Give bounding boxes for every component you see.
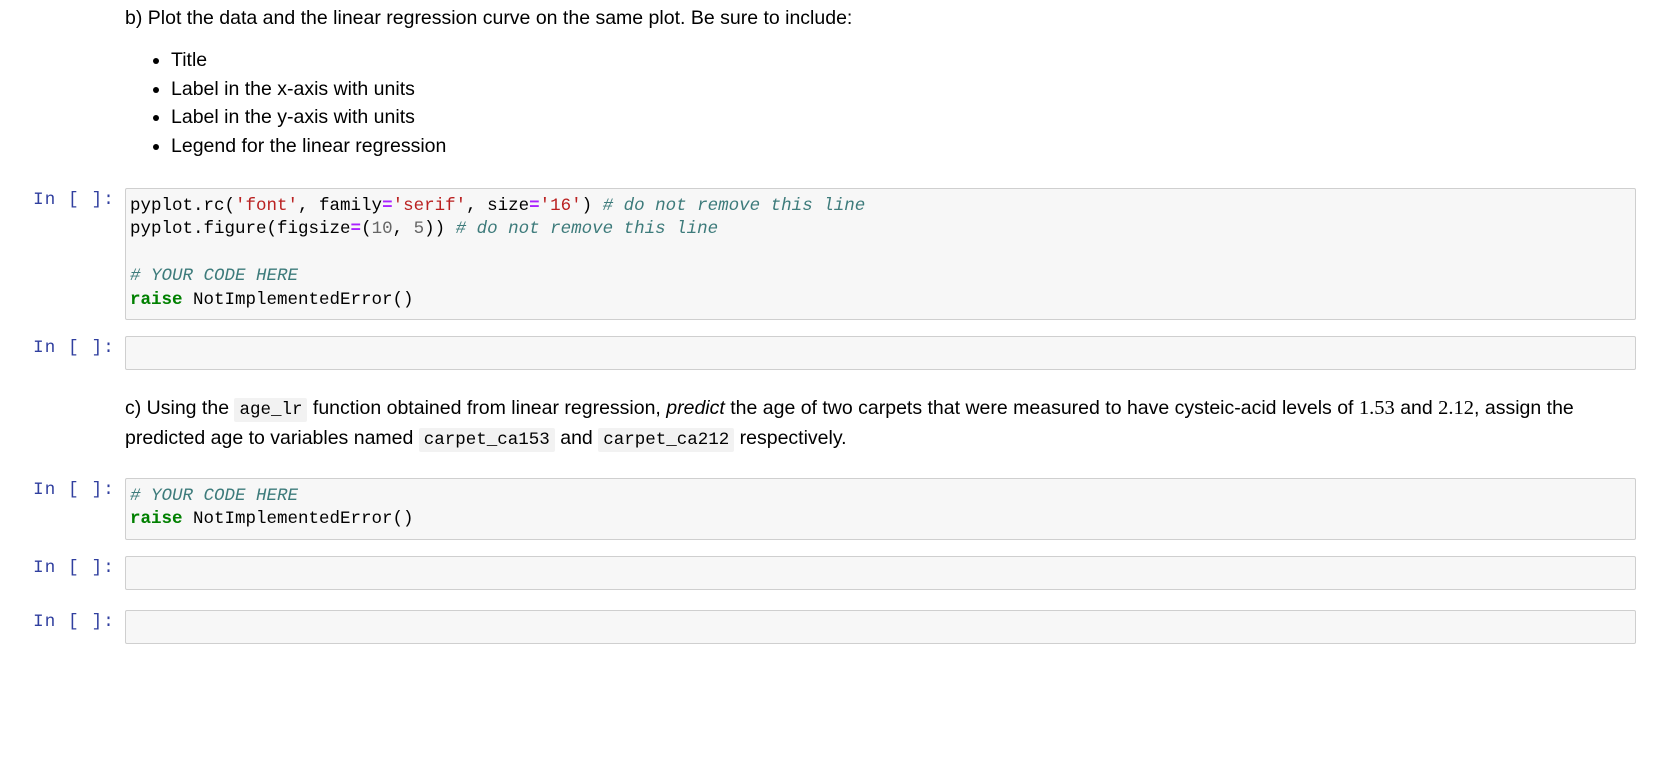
code-source-1: pyplot.rc('font', family='serif', size='… <box>130 196 866 310</box>
code-cell-2[interactable]: In [ ]: <box>0 336 1660 371</box>
code-cell-5[interactable]: In [ ]: <box>0 609 1660 644</box>
md-c-seg7: respectively. <box>739 427 847 450</box>
markdown-cell-c[interactable]: c) Using the age_lr function obtained fr… <box>0 394 1660 454</box>
cell-prompt-4: In [ ]: <box>33 557 115 578</box>
code-source-3: # YOUR CODE HERE raise NotImplementedErr… <box>130 486 414 530</box>
notebook-container: b) Plot the data and the linear regressi… <box>0 0 1660 644</box>
code-input-3[interactable]: # YOUR CODE HERE raise NotImplementedErr… <box>125 478 1636 540</box>
md-c-seg3: the age of two carpets that were measure… <box>730 397 1354 420</box>
inline-code-age-lr: age_lr <box>234 398 308 423</box>
list-item: Legend for the linear regression <box>171 132 1636 161</box>
code-input-5[interactable] <box>125 609 1636 644</box>
cell-prompt-3: In [ ]: <box>33 480 115 501</box>
md-c-seg6: and <box>560 427 593 450</box>
list-item: Label in the x-axis with units <box>171 75 1636 104</box>
code-cell-1[interactable]: In [ ]: pyplot.rc('font', family='serif'… <box>0 188 1660 321</box>
md-c-seg4: and <box>1400 397 1433 420</box>
list-item: Title <box>171 46 1636 75</box>
cell-prompt-1: In [ ]: <box>33 190 115 210</box>
code-cell-4[interactable]: In [ ]: <box>0 555 1660 590</box>
code-input-4[interactable] <box>125 555 1636 590</box>
markdown-cell-b[interactable]: b) Plot the data and the linear regressi… <box>0 0 1660 160</box>
math-number-2: 2.12 <box>1438 397 1475 420</box>
markdown-c-paragraph: c) Using the age_lr function obtained fr… <box>125 394 1636 454</box>
inline-code-carpet-ca212: carpet_ca212 <box>598 428 735 453</box>
cell-prompt-2: In [ ]: <box>33 338 115 359</box>
list-item: Label in the y-axis with units <box>171 103 1636 132</box>
markdown-b-intro: b) Plot the data and the linear regressi… <box>125 7 853 29</box>
md-c-emphasis: predict <box>666 397 725 420</box>
markdown-body-c: c) Using the age_lr function obtained fr… <box>125 394 1660 454</box>
inline-code-carpet-ca153: carpet_ca153 <box>418 428 555 453</box>
code-cell-3[interactable]: In [ ]: # YOUR CODE HERE raise NotImplem… <box>0 478 1660 540</box>
markdown-body-b: b) Plot the data and the linear regressi… <box>125 0 1660 160</box>
cell-prompt-5: In [ ]: <box>33 611 115 632</box>
code-input-1[interactable]: pyplot.rc('font', family='serif', size='… <box>125 188 1636 321</box>
md-c-seg2: function obtained from linear regression… <box>312 397 661 420</box>
code-input-2[interactable] <box>125 336 1636 371</box>
markdown-b-bullet-list: Title Label in the x-axis with units Lab… <box>125 46 1636 160</box>
md-c-seg1: c) Using the <box>125 397 230 420</box>
math-number-1: 1.53 <box>1358 397 1395 420</box>
